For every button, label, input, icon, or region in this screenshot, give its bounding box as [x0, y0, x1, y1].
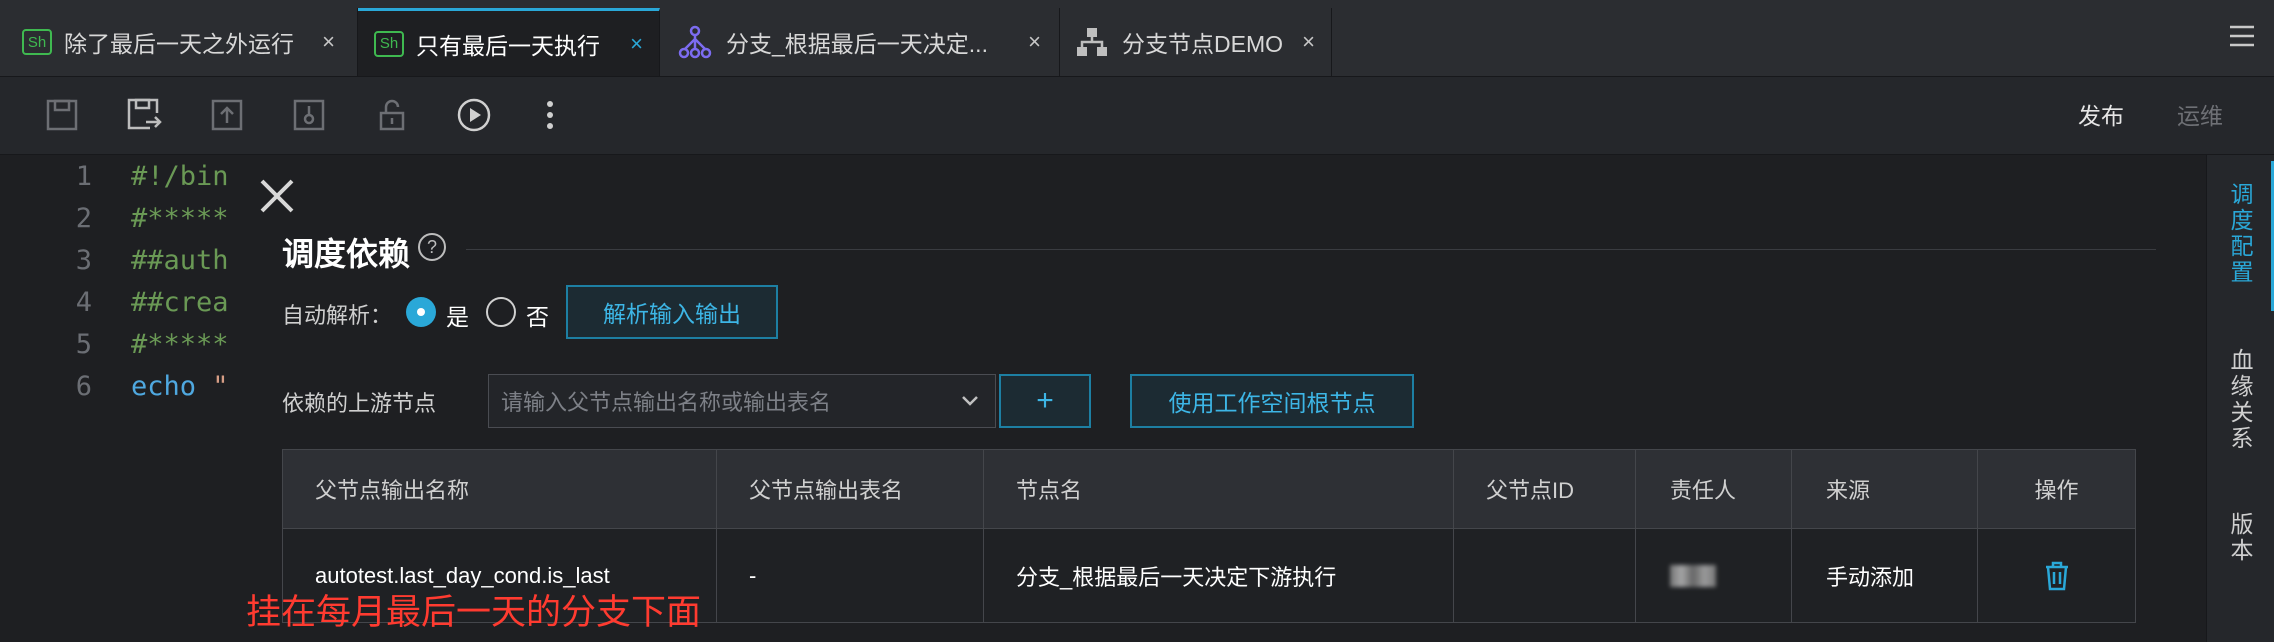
column-header: 来源 — [1792, 450, 1978, 528]
tab-lineage[interactable]: 血缘关系 — [2229, 347, 2257, 451]
column-header: 责任人 — [1636, 450, 1792, 528]
column-header: 父节点输出名称 — [283, 450, 717, 528]
code-line: ##crea — [131, 287, 229, 318]
ops-button[interactable]: 运维 — [2177, 97, 2223, 131]
run-icon[interactable] — [456, 97, 492, 133]
save-as-icon[interactable] — [126, 97, 162, 133]
steal-lock-icon[interactable] — [291, 97, 327, 133]
tab-version[interactable]: 版本 — [2229, 511, 2257, 563]
code-line: echo " — [131, 371, 229, 402]
auto-parse-label: 自动解析： — [282, 303, 393, 328]
line-number: 1 — [75, 161, 92, 192]
code-string: " — [196, 371, 229, 402]
node-name-cell: 分支_根据最后一天决定下游执行 — [984, 529, 1454, 622]
tab-except-last-day[interactable]: Sh 除了最后一天之外运行 × — [0, 8, 358, 76]
action-cell — [1978, 529, 2135, 622]
vtab-label: 血缘关系 — [2230, 347, 2254, 451]
code-line: #***** — [131, 203, 229, 234]
add-upstream-button[interactable]: + — [999, 374, 1091, 428]
tab-label: 分支节点DEMO — [1122, 31, 1283, 57]
column-header: 父节点输出表名 — [717, 450, 984, 528]
line-number: 3 — [75, 245, 92, 276]
tab-branch-last-day[interactable]: 分支_根据最后一天决定... × — [660, 8, 1060, 76]
divider — [466, 249, 2156, 250]
trash-icon[interactable] — [2044, 561, 2070, 591]
help-icon[interactable]: ? — [418, 233, 446, 261]
close-icon[interactable] — [258, 177, 296, 220]
use-root-node-button[interactable]: 使用工作空间根节点 — [1130, 374, 1414, 428]
owner-cell — [1636, 529, 1792, 622]
toolbar: 发布 运维 — [0, 77, 2274, 155]
save-icon[interactable] — [44, 97, 80, 133]
output-table-cell: - — [717, 529, 984, 622]
tab-bar: Sh 除了最后一天之外运行 × Sh 只有最后一天执行 × 分支_根据最后一天决… — [0, 0, 2274, 77]
column-header: 操作 — [2034, 478, 2079, 503]
unlock-icon[interactable] — [374, 97, 410, 133]
line-number: 2 — [75, 203, 92, 234]
auto-parse-no-label[interactable]: 否 — [526, 298, 549, 332]
section-title: 调度依赖 — [282, 236, 411, 272]
line-number: 4 — [75, 287, 92, 318]
column-header: 节点名 — [984, 450, 1454, 528]
line-number: 6 — [75, 371, 92, 402]
code-keyword: echo — [131, 371, 197, 402]
tab-label: 除了最后一天之外运行 — [64, 31, 294, 57]
flow-node-icon — [1076, 27, 1108, 57]
auto-parse-no-radio[interactable] — [486, 297, 516, 327]
close-icon[interactable]: × — [1302, 29, 1315, 55]
tab-branch-node-demo[interactable]: 分支节点DEMO × — [1060, 8, 1332, 76]
source-cell: 手动添加 — [1792, 529, 1978, 622]
node-id-cell — [1454, 529, 1636, 622]
tab-label: 分支_根据最后一天决定... — [726, 31, 988, 57]
code-line: #!/bin — [131, 161, 229, 192]
upstream-select-placeholder: 请输入父节点输出名称或输出表名 — [501, 390, 832, 415]
branch-icon — [678, 25, 712, 59]
auto-parse-yes-radio[interactable] — [406, 297, 436, 327]
close-icon[interactable]: × — [1028, 29, 1041, 55]
code-editor[interactable]: 1 #!/bin 2 #***** 3 ##auth 4 ##crea 5 #*… — [0, 155, 230, 642]
chevron-down-icon — [959, 389, 981, 417]
more-icon[interactable] — [532, 97, 568, 133]
tab-schedule-config[interactable]: 调度配置 — [2229, 181, 2257, 285]
hamburger-menu-icon[interactable] — [2228, 24, 2256, 53]
tab-only-last-day[interactable]: Sh 只有最后一天执行 × — [358, 8, 660, 76]
close-icon[interactable]: × — [630, 31, 643, 57]
schedule-config-panel: 调度依赖 ? 自动解析： 是 否 解析输入输出 依赖的上游节点 请输入父节点输出… — [230, 155, 2206, 642]
tab-label: 只有最后一天执行 — [416, 32, 600, 59]
annotation-text: 挂在每月最后一天的分支下面 — [246, 593, 702, 632]
shell-icon: Sh — [22, 29, 52, 55]
close-icon[interactable]: × — [322, 29, 335, 55]
auto-parse-yes-label[interactable]: 是 — [446, 298, 469, 332]
publish-button[interactable]: 发布 — [2078, 97, 2124, 131]
table-header: 父节点输出名称 父节点输出表名 节点名 父节点ID 责任人 来源 操作 — [283, 450, 2135, 528]
line-number: 5 — [75, 329, 92, 360]
submit-icon[interactable] — [209, 97, 245, 133]
vtab-label: 版本 — [2230, 511, 2254, 563]
column-header: 父节点ID — [1454, 450, 1636, 528]
right-side-panel: 调度配置 血缘关系 版本 — [2206, 155, 2274, 642]
code-line: ##auth — [131, 245, 229, 276]
parse-io-button[interactable]: 解析输入输出 — [566, 285, 778, 339]
upstream-node-select[interactable]: 请输入父节点输出名称或输出表名 — [488, 374, 996, 428]
shell-icon: Sh — [374, 30, 404, 57]
redacted-owner — [1670, 564, 1716, 587]
code-line: #***** — [131, 329, 229, 360]
vtab-label: 调度配置 — [2230, 181, 2254, 285]
upstream-label: 依赖的上游节点 — [282, 391, 437, 416]
